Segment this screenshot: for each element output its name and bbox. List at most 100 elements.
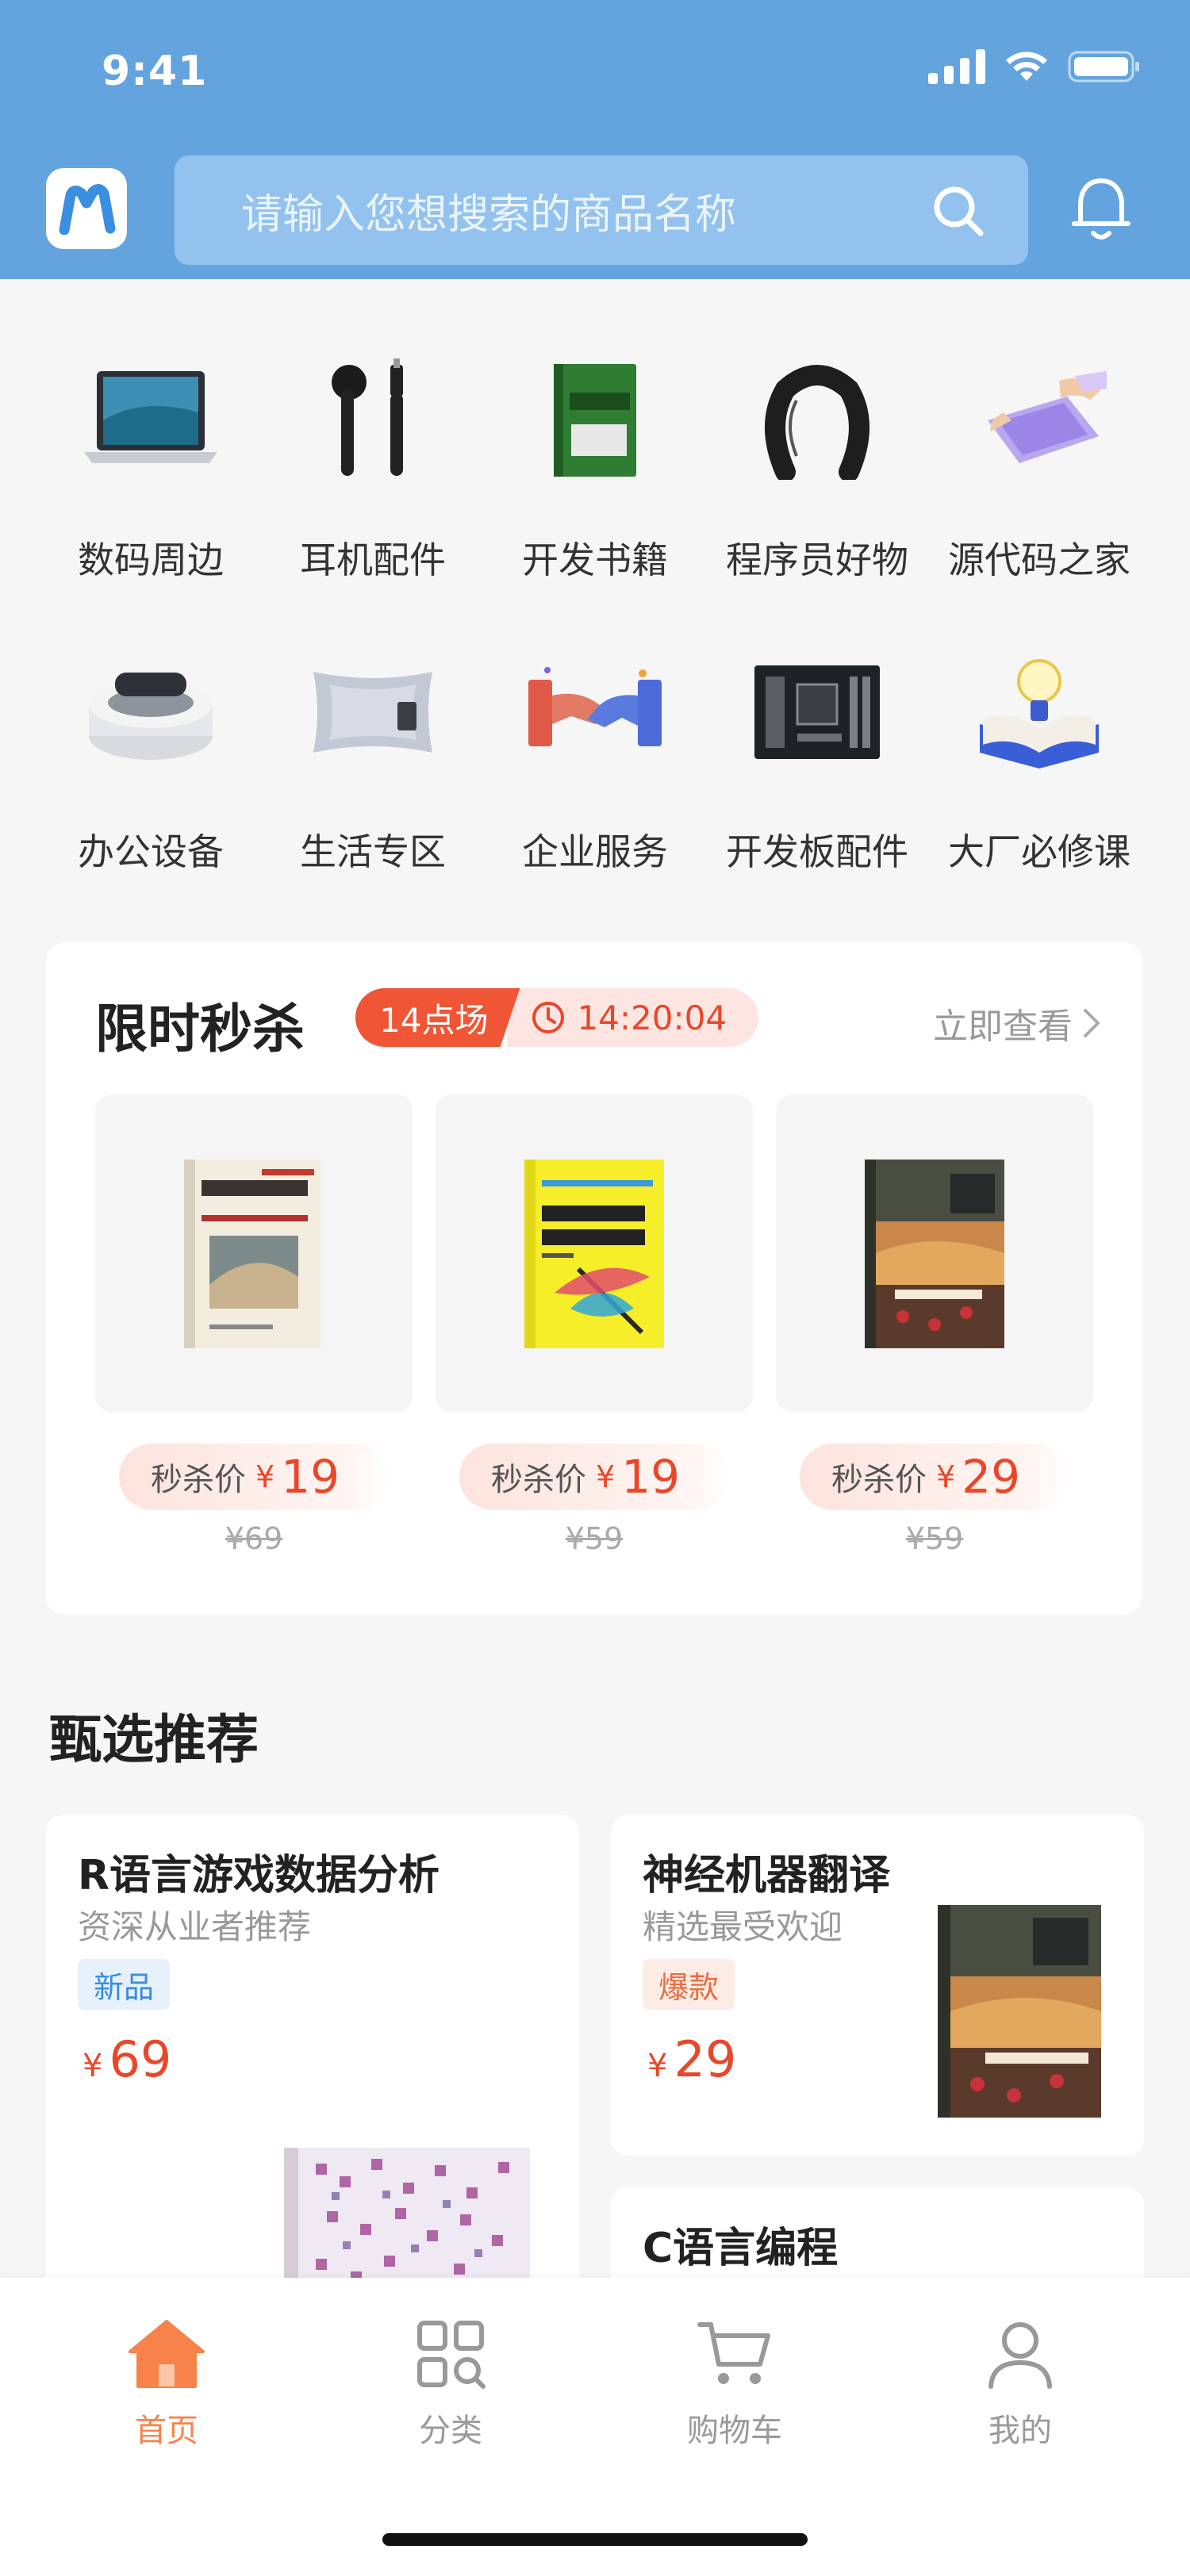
recommend-card[interactable]: R语言游戏数据分析 资深从业者推荐 新品 ¥ 69 xyxy=(46,1815,579,2322)
device-icon xyxy=(89,673,213,760)
tab-home[interactable]: 首页 xyxy=(87,2314,246,2451)
tab-label: 我的 xyxy=(988,2413,1052,2449)
profile-icon xyxy=(988,2322,1052,2389)
price-value: 29 xyxy=(674,2030,737,2088)
flash-sale-card: 限时秒杀 14点场 14:20:04 立即查看 秒杀价 ¥ 19 ¥69 秒杀价… xyxy=(46,942,1142,1615)
flash-item[interactable]: 秒杀价 ¥ 29 ¥59 xyxy=(776,1094,1093,1556)
category-label: 办公设备 xyxy=(78,830,224,873)
sale-price: 29 xyxy=(962,1450,1020,1504)
bell-icon[interactable] xyxy=(1071,176,1131,244)
original-price: ¥69 xyxy=(225,1521,283,1556)
category-digital[interactable]: 数码周边 xyxy=(44,349,258,584)
open-book-bulb-icon xyxy=(980,659,1099,769)
category-label: 源代码之家 xyxy=(948,539,1130,581)
original-price: ¥59 xyxy=(905,1521,964,1556)
laptop-icon xyxy=(84,371,217,463)
tab-bar: 首页 分类 购物车 我的 xyxy=(0,2278,1190,2576)
category-source-code[interactable]: 源代码之家 xyxy=(932,349,1146,584)
book-cover-icon xyxy=(865,1160,1004,1348)
currency-symbol: ¥ xyxy=(596,1459,616,1494)
category-goodies[interactable]: 程序员好物 xyxy=(710,349,924,584)
product-image xyxy=(436,1094,753,1412)
category-life[interactable]: 生活专区 xyxy=(266,641,480,876)
countdown-time: 14:20:04 xyxy=(577,998,727,1037)
signal-icon xyxy=(928,49,985,84)
flash-sale-more-link[interactable]: 立即查看 xyxy=(933,998,1101,1048)
product-subtitle: 资深从业者推荐 xyxy=(78,1907,312,1946)
app-header: 9:41 请输入您想搜索的商品名称 xyxy=(0,0,1190,279)
tab-profile[interactable]: 我的 xyxy=(941,2314,1100,2451)
product-image xyxy=(776,1094,1093,1412)
category-label: 大厂必修课 xyxy=(948,830,1130,873)
home-icon xyxy=(129,2320,205,2388)
circuit-board-icon xyxy=(754,665,880,759)
recommend-card[interactable]: 神经机器翻译 精选最受欢迎 爆款 ¥ 29 xyxy=(611,1815,1144,2156)
neck-massager-icon xyxy=(765,365,869,480)
chevron-right-icon xyxy=(1084,1009,1100,1037)
session-label: 14点场 xyxy=(355,988,520,1047)
book-cover-icon xyxy=(184,1160,321,1348)
original-price: ¥59 xyxy=(565,1521,624,1556)
flash-price-pill: 秒杀价 ¥ 29 xyxy=(800,1443,1069,1510)
home-indicator[interactable] xyxy=(382,2533,808,2546)
flash-item[interactable]: 秒杀价 ¥ 19 ¥69 xyxy=(95,1094,413,1556)
sale-price: 19 xyxy=(281,1450,340,1504)
clock-icon xyxy=(532,1002,565,1033)
search-icon[interactable] xyxy=(930,182,987,240)
app-logo[interactable] xyxy=(46,168,127,249)
product-price: ¥ 29 xyxy=(647,2030,736,2088)
currency-symbol: ¥ xyxy=(936,1459,956,1494)
battery-icon xyxy=(1068,51,1139,82)
handshake-icon xyxy=(528,667,662,746)
search-placeholder: 请输入您想搜索的商品名称 xyxy=(241,190,737,239)
status-icons xyxy=(928,49,1141,84)
recommend-title: 甄选推荐 xyxy=(49,1709,259,1770)
flash-price-pill: 秒杀价 ¥ 19 xyxy=(459,1443,729,1510)
price-label: 秒杀价 xyxy=(491,1462,586,1498)
category-label: 程序员好物 xyxy=(726,539,908,581)
flash-sale-badge: 14点场 14:20:04 xyxy=(355,988,759,1047)
product-subtitle: 精选最受欢迎 xyxy=(643,1907,843,1946)
product-name: R语言游戏数据分析 xyxy=(78,1852,440,1899)
product-name: 神经机器翻译 xyxy=(643,1852,891,1899)
tab-label: 分类 xyxy=(419,2413,482,2449)
price-label: 秒杀价 xyxy=(831,1462,927,1498)
category-icon xyxy=(417,2321,486,2389)
more-label: 立即查看 xyxy=(933,1006,1073,1047)
category-dev-board[interactable]: 开发板配件 xyxy=(710,641,924,876)
category-office[interactable]: 办公设备 xyxy=(44,641,258,876)
category-earphones[interactable]: 耳机配件 xyxy=(266,349,480,584)
currency-symbol: ¥ xyxy=(255,1459,275,1494)
product-image xyxy=(95,1094,413,1412)
flash-item[interactable]: 秒杀价 ¥ 19 ¥59 xyxy=(436,1094,753,1556)
category-label: 数码周边 xyxy=(78,539,224,581)
category-courses[interactable]: 大厂必修课 xyxy=(932,641,1146,876)
category-label: 开发书籍 xyxy=(522,539,668,581)
category-label: 耳机配件 xyxy=(300,539,446,581)
tab-label: 购物车 xyxy=(687,2413,782,2449)
logo-m-icon xyxy=(59,184,116,235)
pillow-icon xyxy=(313,672,432,753)
flash-price-pill: 秒杀价 ¥ 19 xyxy=(119,1443,389,1510)
cart-icon xyxy=(697,2322,770,2384)
status-time: 9:41 xyxy=(102,48,208,95)
product-price: ¥ 69 xyxy=(83,2030,171,2088)
product-tag: 新品 xyxy=(78,1959,171,2010)
sale-price: 19 xyxy=(621,1450,680,1504)
category-books[interactable]: 开发书籍 xyxy=(488,349,702,584)
currency-symbol: ¥ xyxy=(83,2048,103,2084)
product-name: C语言编程 xyxy=(643,2225,839,2272)
earphones-icon xyxy=(332,358,403,476)
tab-cart[interactable]: 购物车 xyxy=(655,2314,814,2451)
category-label: 企业服务 xyxy=(522,830,668,873)
countdown: 14:20:04 xyxy=(507,988,759,1047)
category-label: 生活专区 xyxy=(300,830,446,873)
keyboard-icon xyxy=(988,371,1107,463)
tab-label: 首页 xyxy=(135,2413,198,2449)
book-cover-icon xyxy=(524,1160,664,1348)
price-label: 秒杀价 xyxy=(151,1462,246,1498)
search-bar[interactable]: 请输入您想搜索的商品名称 xyxy=(175,155,1028,265)
category-enterprise[interactable]: 企业服务 xyxy=(488,641,702,876)
tab-category[interactable]: 分类 xyxy=(371,2314,530,2451)
currency-symbol: ¥ xyxy=(647,2048,668,2084)
